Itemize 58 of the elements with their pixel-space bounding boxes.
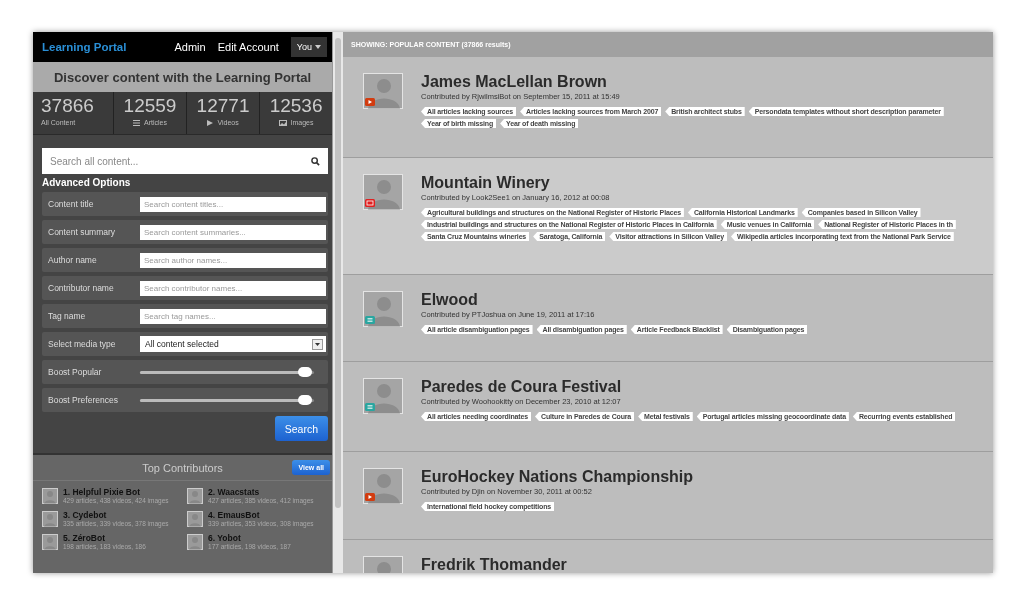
image-badge-icon <box>365 199 375 207</box>
dropdown-icon <box>312 338 324 350</box>
result-title[interactable]: Fredrik Thomander <box>421 556 993 573</box>
avatar-icon <box>363 174 403 210</box>
result-title[interactable]: EuroHockey Nations Championship <box>421 468 993 486</box>
input-field[interactable]: Search content titles... <box>140 196 327 212</box>
avatar-icon <box>363 291 403 327</box>
nav-link[interactable]: Edit Account <box>217 41 279 53</box>
input-field[interactable]: Search content summaries... <box>140 224 327 240</box>
slider[interactable] <box>140 398 315 402</box>
avatar-icon <box>42 511 58 527</box>
banner-title: Discover content with the Learning Portal <box>33 62 333 92</box>
search-field[interactable]: Search all content... <box>42 148 329 174</box>
media-type-select[interactable]: All content selected <box>140 336 327 352</box>
option-label: Content title <box>48 199 95 209</box>
option-label: Boost Popular <box>48 367 103 377</box>
option-label: Select media type <box>48 339 117 349</box>
result-title[interactable]: Mountain Winery <box>421 174 993 192</box>
avatar-icon <box>42 534 58 550</box>
avatar-icon <box>187 488 203 504</box>
slider[interactable] <box>140 370 315 374</box>
slider-handle[interactable] <box>298 395 313 405</box>
input-field[interactable]: Search author names... <box>140 252 327 268</box>
option-label: Tag name <box>48 311 87 321</box>
list-icon <box>133 119 141 126</box>
result-title[interactable]: Paredes de Coura Festival <box>421 378 993 396</box>
play-badge-icon <box>365 98 375 106</box>
slider-handle[interactable] <box>298 367 313 377</box>
image-icon <box>278 119 287 126</box>
brand-logo[interactable]: Learning Portal <box>42 41 127 53</box>
avatar-icon <box>187 511 203 527</box>
document-badge-icon <box>365 403 375 411</box>
play-icon <box>207 119 214 126</box>
result-title[interactable]: James MacLellan Brown <box>421 73 993 91</box>
section-title: Advanced Options <box>42 177 132 188</box>
result-title[interactable]: Elwood <box>421 291 993 309</box>
search-icon <box>311 156 321 166</box>
option-label: Author name <box>48 255 98 265</box>
user-menu-button[interactable]: You <box>290 37 328 57</box>
play-badge-icon <box>365 493 375 501</box>
result-card[interactable] <box>343 158 993 275</box>
input-field[interactable]: Search contributor names... <box>140 280 327 296</box>
option-label: Content summary <box>48 227 117 237</box>
scrollbar[interactable] <box>332 32 343 573</box>
avatar-icon <box>363 468 403 504</box>
section-title: Top Contributors <box>142 461 223 474</box>
input-field[interactable]: Search tag names... <box>140 308 327 324</box>
option-label: Boost Preferences <box>48 395 119 405</box>
avatar-icon <box>363 73 403 109</box>
document-badge-icon <box>365 316 375 324</box>
search-button[interactable]: Search <box>274 416 329 441</box>
nav-link[interactable]: Admin <box>174 41 206 53</box>
avatar-icon <box>363 378 403 414</box>
avatar-icon <box>187 534 203 550</box>
avatar-icon <box>42 488 58 504</box>
option-label: Contributor name <box>48 283 115 293</box>
caret-icon <box>315 45 322 49</box>
result-card[interactable]: Fredrik Thomander <box>343 540 993 573</box>
